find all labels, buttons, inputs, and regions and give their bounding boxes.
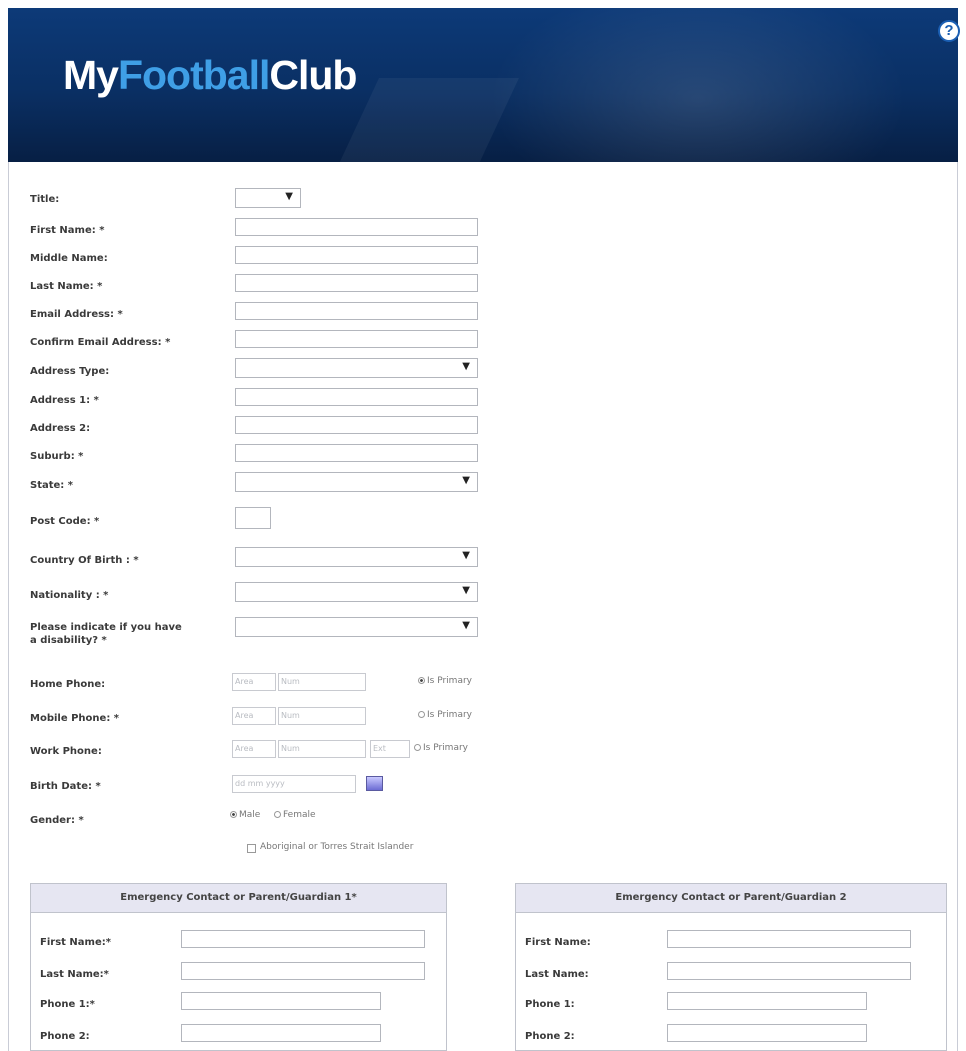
gender-male-radio[interactable]: Male xyxy=(230,810,260,820)
state-label: State: * xyxy=(30,480,74,491)
last-name-input[interactable] xyxy=(235,274,478,292)
address-type-label: Address Type: xyxy=(30,366,110,377)
contact1-phone2-input[interactable] xyxy=(181,1024,381,1042)
chevron-down-icon: ▼ xyxy=(285,191,293,202)
contact1-last-name-input[interactable] xyxy=(181,962,425,980)
contact2-last-name-input[interactable] xyxy=(667,962,911,980)
home-phone-primary-radio[interactable]: Is Primary xyxy=(418,676,472,686)
work-phone-area-input[interactable]: Area xyxy=(232,740,276,758)
contact2-phone2-label: Phone 2: xyxy=(525,1031,575,1042)
gender-female-radio[interactable]: Female xyxy=(274,810,316,820)
work-phone-label: Work Phone: xyxy=(30,746,102,757)
country-select[interactable]: ▼ xyxy=(235,547,478,567)
is-primary-label: Is Primary xyxy=(427,710,472,720)
help-icon[interactable]: ? xyxy=(938,20,960,42)
female-label: Female xyxy=(283,810,316,820)
is-primary-label: Is Primary xyxy=(427,676,472,686)
work-phone-ext-input[interactable]: Ext xyxy=(370,740,410,758)
header-banner: MyFootballClub xyxy=(8,8,958,162)
post-code-label: Post Code: * xyxy=(30,516,100,527)
nationality-select[interactable]: ▼ xyxy=(235,582,478,602)
chevron-down-icon: ▼ xyxy=(462,361,470,372)
male-label: Male xyxy=(239,810,261,820)
home-phone-area-input[interactable]: Area xyxy=(232,673,276,691)
disability-label-line2: a disability? * xyxy=(30,635,107,646)
confirm-email-label: Confirm Email Address: * xyxy=(30,337,171,348)
radio-selected-icon xyxy=(418,677,425,684)
work-phone-number-input[interactable]: Num xyxy=(278,740,366,758)
contact2-last-name-label: Last Name: xyxy=(525,969,589,980)
chevron-down-icon: ▼ xyxy=(462,475,470,486)
address1-label: Address 1: * xyxy=(30,395,99,406)
calendar-icon[interactable] xyxy=(366,776,383,791)
suburb-label: Suburb: * xyxy=(30,451,84,462)
mobile-phone-area-input[interactable]: Area xyxy=(232,707,276,725)
email-label: Email Address: * xyxy=(30,309,123,320)
logo-my: My xyxy=(63,52,119,98)
birth-date-input[interactable]: dd mm yyyy xyxy=(232,775,356,793)
disability-select[interactable]: ▼ xyxy=(235,617,478,637)
middle-name-label: Middle Name: xyxy=(30,253,108,264)
contact1-phone2-label: Phone 2: xyxy=(40,1031,90,1042)
contact2-first-name-input[interactable] xyxy=(667,930,911,948)
home-phone-label: Home Phone: xyxy=(30,679,106,690)
banner-swoosh-shadow xyxy=(337,78,519,162)
contact1-first-name-input[interactable] xyxy=(181,930,425,948)
home-phone-number-input[interactable]: Num xyxy=(278,673,366,691)
chevron-down-icon: ▼ xyxy=(462,550,470,561)
contact2-phone1-label: Phone 1: xyxy=(525,999,575,1010)
contact2-first-name-label: First Name: xyxy=(525,937,591,948)
mobile-phone-number-input[interactable]: Num xyxy=(278,707,366,725)
contact2-phone1-input[interactable] xyxy=(667,992,867,1010)
email-input[interactable] xyxy=(235,302,478,320)
logo-club: Club xyxy=(269,52,357,98)
emergency-contact-2-heading: Emergency Contact or Parent/Guardian 2 xyxy=(516,884,946,913)
contact1-phone1-input[interactable] xyxy=(181,992,381,1010)
first-name-input[interactable] xyxy=(235,218,478,236)
state-select[interactable]: ▼ xyxy=(235,472,478,492)
logo-football: Football xyxy=(117,52,270,98)
address2-input[interactable] xyxy=(235,416,478,434)
confirm-email-input[interactable] xyxy=(235,330,478,348)
middle-name-input[interactable] xyxy=(235,246,478,264)
radio-unselected-icon xyxy=(414,744,421,751)
site-logo[interactable]: MyFootballClub xyxy=(63,52,357,99)
mobile-phone-primary-radio[interactable]: Is Primary xyxy=(418,710,472,720)
banner-swoosh xyxy=(488,8,908,162)
gender-label: Gender: * xyxy=(30,815,84,826)
contact1-last-name-label: Last Name:* xyxy=(40,969,109,980)
address-type-select[interactable]: ▼ xyxy=(235,358,478,378)
post-code-input[interactable] xyxy=(235,507,271,529)
contact1-first-name-label: First Name:* xyxy=(40,937,111,948)
disability-label-line1: Please indicate if you have xyxy=(30,622,182,633)
radio-selected-icon xyxy=(230,811,237,818)
chevron-down-icon: ▼ xyxy=(462,585,470,596)
emergency-contact-1-heading: Emergency Contact or Parent/Guardian 1* xyxy=(31,884,446,913)
aboriginal-label: Aboriginal or Torres Strait Islander xyxy=(260,842,414,852)
address2-label: Address 2: xyxy=(30,423,91,434)
contact1-phone1-label: Phone 1:* xyxy=(40,999,95,1010)
suburb-input[interactable] xyxy=(235,444,478,462)
radio-unselected-icon xyxy=(418,711,425,718)
first-name-label: First Name: * xyxy=(30,225,105,236)
country-label: Country Of Birth : * xyxy=(30,555,139,566)
contact2-phone2-input[interactable] xyxy=(667,1024,867,1042)
is-primary-label: Is Primary xyxy=(423,743,468,753)
chevron-down-icon: ▼ xyxy=(462,620,470,631)
work-phone-primary-radio[interactable]: Is Primary xyxy=(414,743,468,753)
radio-unselected-icon xyxy=(274,811,281,818)
title-label: Title: xyxy=(30,194,60,205)
birth-date-label: Birth Date: * xyxy=(30,781,101,792)
address1-input[interactable] xyxy=(235,388,478,406)
nationality-label: Nationality : * xyxy=(30,590,109,601)
last-name-label: Last Name: * xyxy=(30,281,103,292)
title-select[interactable]: ▼ xyxy=(235,188,301,208)
aboriginal-checkbox[interactable] xyxy=(247,844,256,853)
mobile-phone-label: Mobile Phone: * xyxy=(30,713,120,724)
